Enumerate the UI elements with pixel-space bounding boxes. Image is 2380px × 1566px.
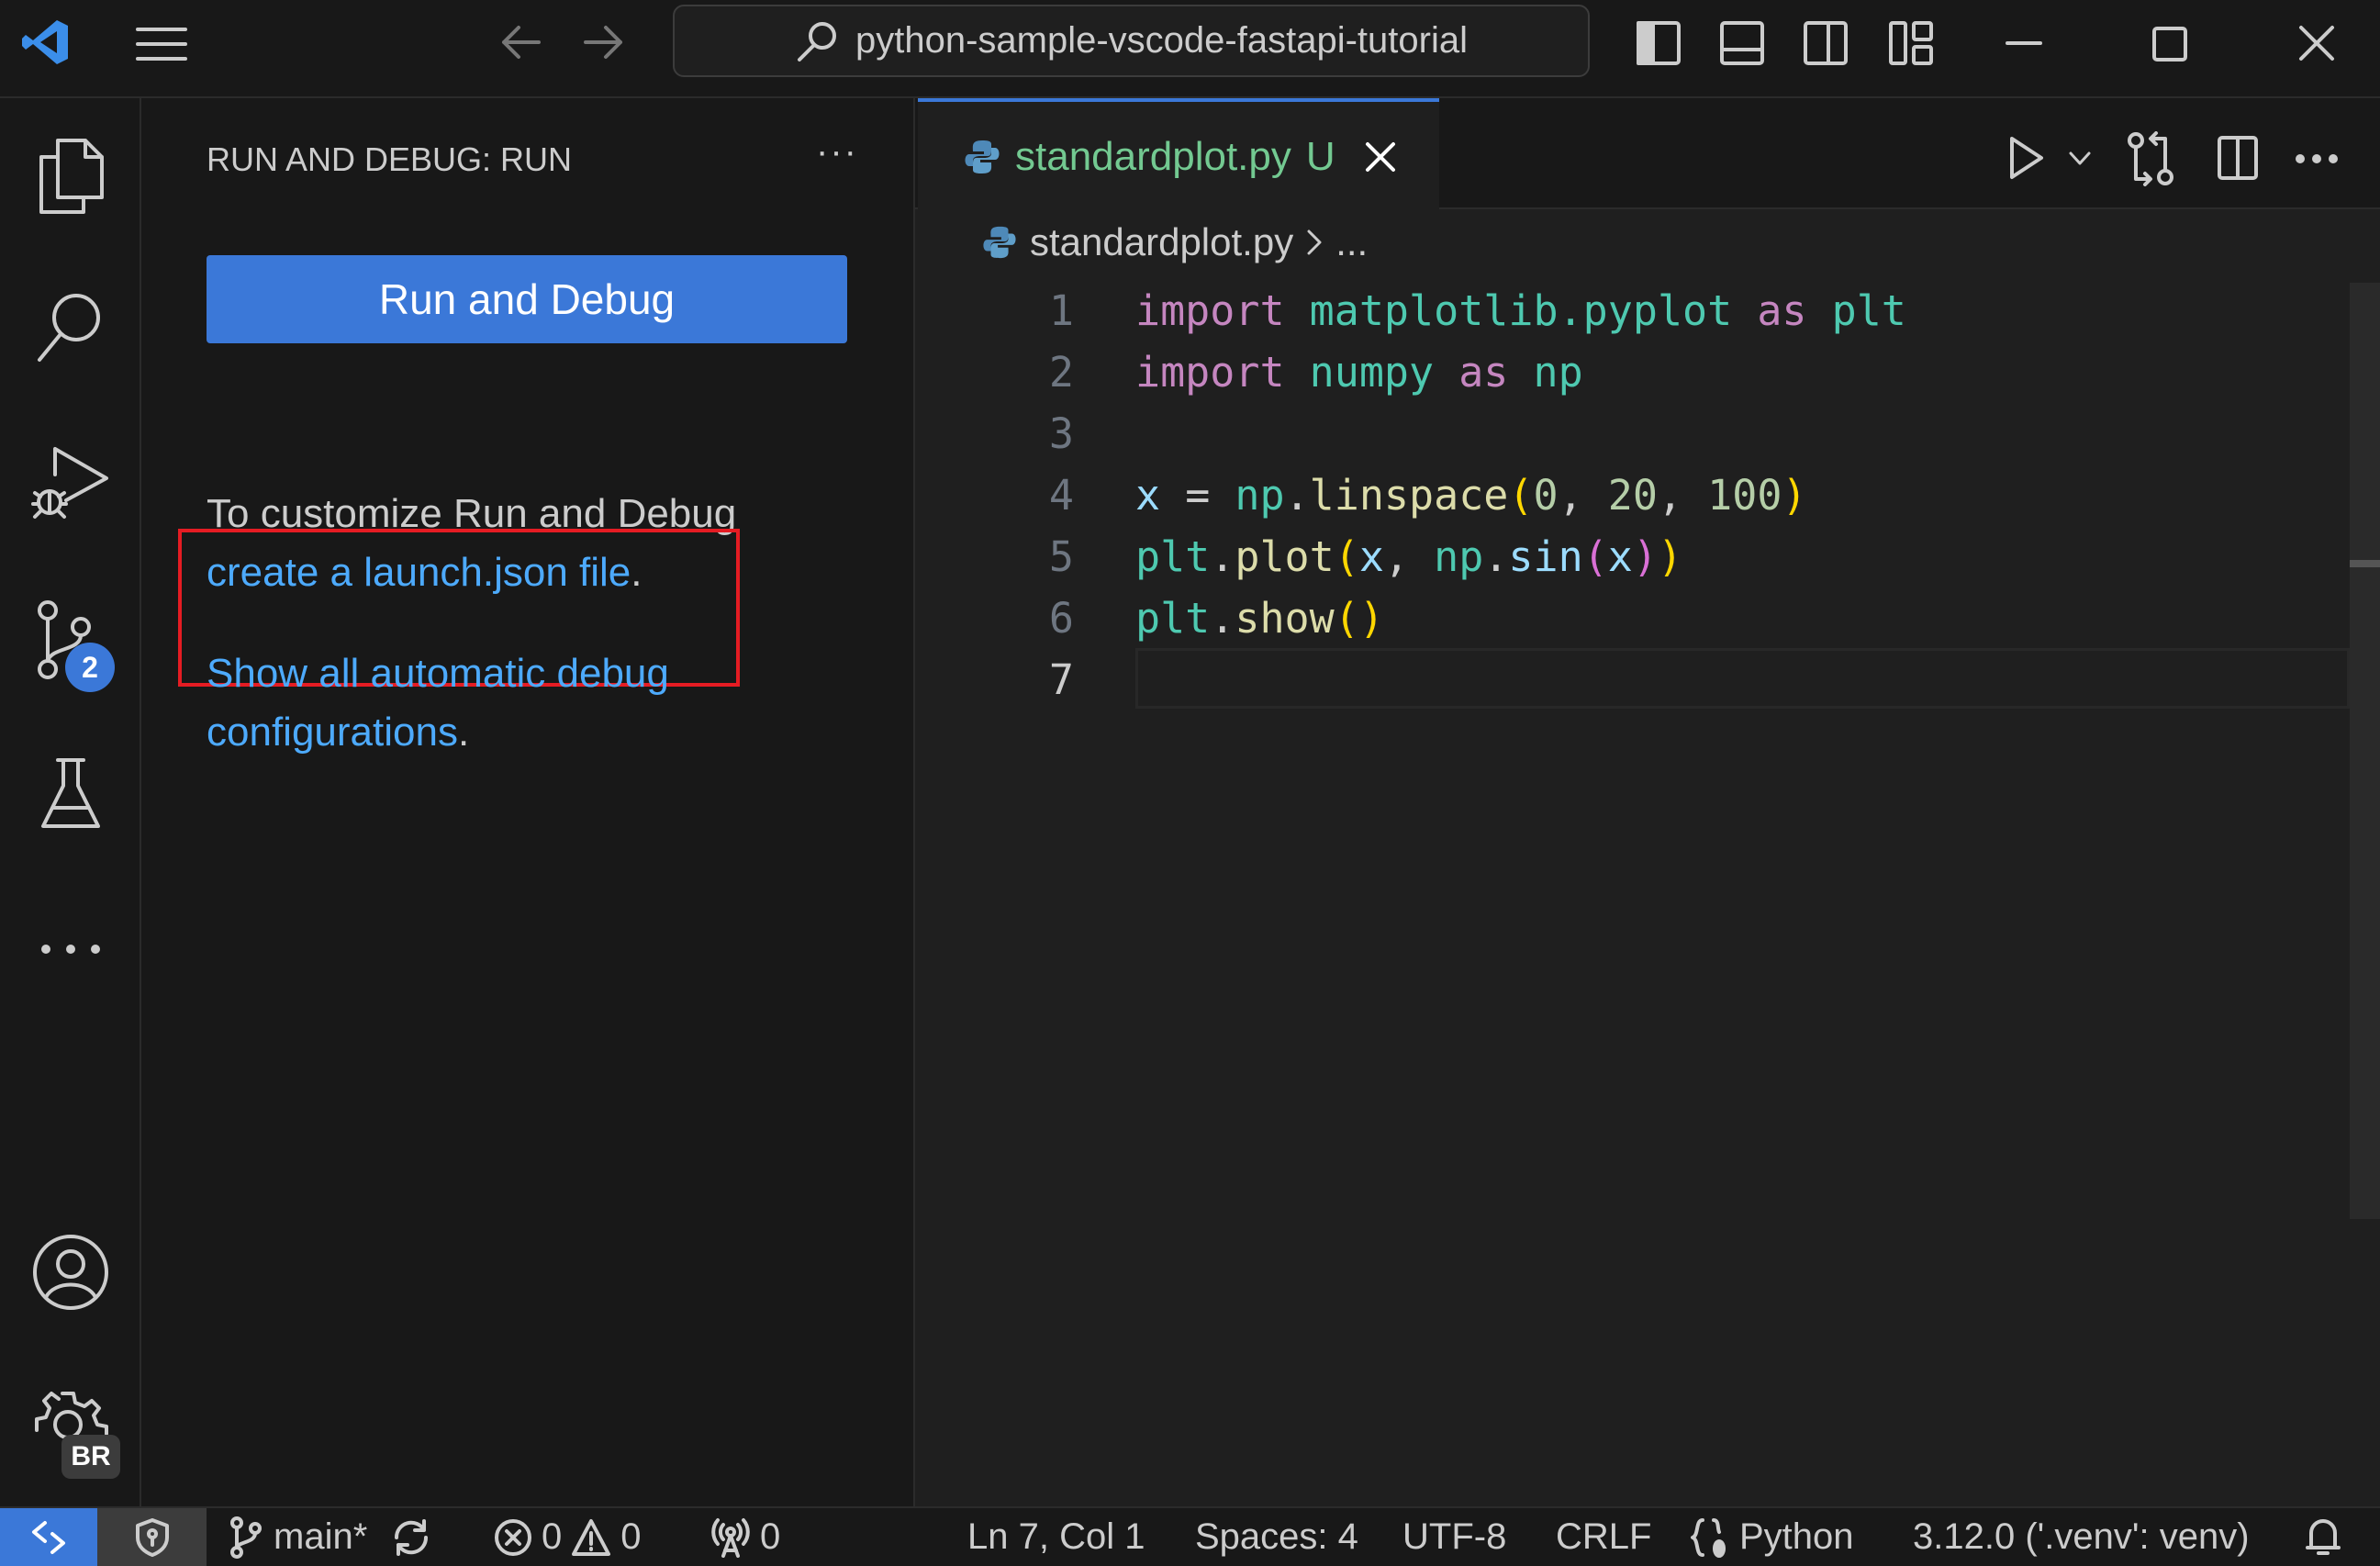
show-all-configurations-link[interactable]: Show all automatic debug configurations	[207, 651, 669, 755]
shield-icon	[135, 1517, 169, 1557]
warning-icon	[572, 1518, 611, 1556]
ports-count: 0	[760, 1516, 781, 1557]
toggle-panel-icon[interactable]	[1719, 20, 1765, 66]
scrollbar-position-marker	[2350, 560, 2380, 567]
run-debug-sidebar: RUN AND DEBUG: RUN ··· Run and Debug To …	[141, 98, 915, 1506]
search-icon	[38, 294, 100, 362]
sidebar-title: RUN AND DEBUG: RUN	[207, 140, 573, 178]
editor-scrollbar[interactable]	[2350, 283, 2380, 1219]
chevron-right-icon	[1307, 229, 1322, 255]
code-line-5: plt.plot(x, np.sin(x))	[1135, 532, 1683, 581]
notifications-button[interactable]	[2304, 1508, 2342, 1566]
breadcrumb: standardplot.py ...	[982, 220, 1368, 264]
customize-layout-icon[interactable]	[1888, 20, 1934, 66]
files-icon	[39, 139, 104, 214]
minimize-icon[interactable]	[2006, 40, 2042, 46]
code-line-1: import matplotlib.pyplot as plt	[1135, 286, 1906, 335]
line-number: 1	[1048, 286, 1074, 335]
run-python-file-icon[interactable]	[2008, 135, 2045, 181]
vscode-logo-icon	[22, 20, 68, 64]
python-file-icon	[983, 226, 1016, 259]
untracked-badge: U	[1305, 133, 1335, 179]
line-number: 3	[1048, 409, 1074, 458]
close-window-icon[interactable]	[2298, 25, 2335, 62]
branch-name: main*	[274, 1516, 368, 1557]
branch-button[interactable]: main*	[228, 1508, 433, 1566]
run-debug-icon	[31, 447, 108, 519]
show-all-configs: Show all automatic debug configurations.	[207, 644, 904, 762]
search-text: python-sample-vscode-fastapi-tutorial	[855, 20, 1468, 61]
scm-badge: 2	[65, 643, 115, 692]
breadcrumb-file[interactable]: standardplot.py	[1030, 220, 1293, 264]
period: .	[457, 710, 470, 755]
account-badge: BR	[61, 1435, 120, 1479]
tab-label: standardplot.py	[1015, 133, 1291, 179]
more-actions-icon[interactable]	[2296, 153, 2338, 164]
run-debug-button[interactable]	[25, 437, 117, 529]
line-number-active: 7	[1048, 655, 1074, 704]
bell-icon	[2306, 1518, 2341, 1555]
line-number: 2	[1048, 348, 1074, 397]
sync-icon	[395, 1518, 429, 1556]
search-button[interactable]	[25, 282, 117, 374]
python-file-icon	[965, 140, 1000, 173]
accounts-button[interactable]	[25, 1226, 117, 1318]
line-number: 4	[1048, 471, 1074, 520]
explorer-button[interactable]	[25, 130, 117, 222]
broadcast-icon	[711, 1517, 750, 1558]
maximize-icon[interactable]	[2151, 26, 2188, 62]
more-icon	[41, 945, 100, 954]
code-line-4: x = np.linspace(0, 20, 100)	[1135, 471, 1807, 520]
status-bar: main* 0 0 0 Ln 7, Col 1 Spaces: 4 UTF-8 …	[0, 1506, 2380, 1566]
warning-count: 0	[620, 1516, 642, 1557]
security-button[interactable]	[97, 1508, 207, 1566]
current-line-highlight	[1135, 648, 2350, 709]
menu-icon[interactable]	[136, 26, 187, 62]
more-actions-button[interactable]: ···	[816, 131, 858, 173]
toggle-secondary-sidebar-icon[interactable]	[1803, 20, 1849, 66]
manage-button[interactable]: BR	[25, 1381, 120, 1479]
search-icon	[798, 21, 836, 62]
line-ending[interactable]: CRLF	[1556, 1508, 1651, 1566]
line-number: 5	[1048, 532, 1074, 581]
code-line-6: plt.show()	[1135, 594, 1384, 643]
testing-button[interactable]	[25, 748, 117, 840]
indentation[interactable]: Spaces: 4	[1195, 1508, 1358, 1566]
editor-tab-bar: standardplot.py U	[915, 98, 2380, 211]
remote-button[interactable]	[0, 1508, 97, 1566]
forward-arrow-icon[interactable]	[584, 24, 624, 61]
problems-button[interactable]: 0 0	[494, 1508, 642, 1566]
more-views-button[interactable]	[25, 903, 117, 995]
python-interpreter[interactable]: 3.12.0 ('.venv': venv)	[1913, 1508, 2250, 1566]
back-arrow-icon[interactable]	[500, 24, 541, 61]
flask-icon	[41, 758, 100, 828]
tab-standardplot[interactable]: standardplot.py U	[918, 98, 1439, 211]
split-editor-icon[interactable]	[2217, 135, 2259, 181]
link-line-1: Show all automatic debug	[207, 651, 669, 696]
remote-icon	[32, 1520, 65, 1554]
open-changes-icon[interactable]	[2127, 131, 2174, 186]
source-control-button[interactable]: 2	[25, 595, 117, 692]
close-tab-icon[interactable]	[1365, 141, 1396, 173]
language-label: Python	[1739, 1516, 1854, 1557]
braces-icon	[1691, 1517, 1726, 1558]
breadcrumb-symbols[interactable]: ...	[1335, 220, 1368, 264]
link-line-2: configurations	[207, 710, 458, 755]
run-and-debug-button[interactable]: Run and Debug	[207, 255, 847, 343]
activity-bar: 2 BR	[0, 98, 141, 1506]
git-branch-icon	[230, 1516, 262, 1559]
error-icon	[495, 1518, 531, 1556]
toggle-primary-sidebar-icon[interactable]	[1636, 20, 1682, 66]
code-line-2: import numpy as np	[1135, 348, 1583, 397]
account-icon	[33, 1235, 108, 1310]
cursor-position[interactable]: Ln 7, Col 1	[967, 1508, 1145, 1566]
ports-button[interactable]: 0	[710, 1508, 780, 1566]
chevron-down-icon[interactable]	[2069, 151, 2091, 166]
line-number: 6	[1048, 594, 1074, 643]
title-bar: python-sample-vscode-fastapi-tutorial	[0, 0, 2380, 98]
language-mode[interactable]: Python	[1690, 1508, 1854, 1566]
error-count: 0	[542, 1516, 563, 1557]
encoding[interactable]: UTF-8	[1402, 1508, 1506, 1566]
command-center-search[interactable]: python-sample-vscode-fastapi-tutorial	[673, 5, 1590, 77]
